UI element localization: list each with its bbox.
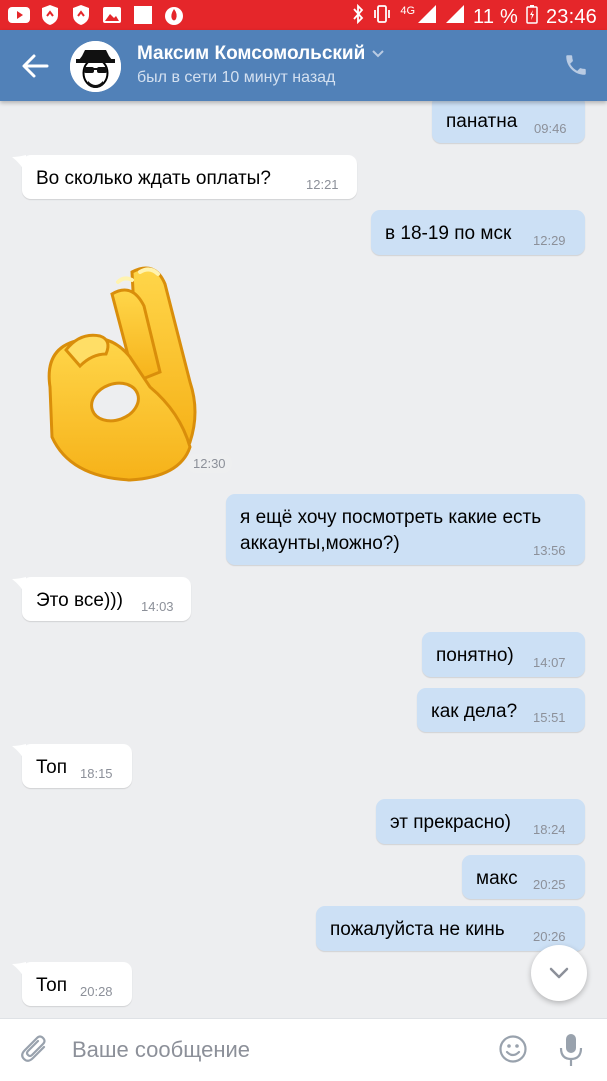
message-time: 12:30: [187, 454, 232, 473]
message-text: эт прекрасно): [390, 812, 512, 833]
message-text: понятно): [436, 645, 514, 666]
youtube-icon: [8, 4, 30, 26]
status-bar: 4G 11 % 23:46: [0, 0, 607, 30]
battery-percent: 11 %: [473, 5, 518, 28]
back-arrow-icon[interactable]: [20, 52, 50, 80]
flame-icon: [163, 4, 185, 26]
message-bubble[interactable]: Во сколько ждать оплаты? 12:21: [12, 155, 357, 199]
battery-charging-icon: [526, 4, 538, 30]
message-text-line-1: я ещё хочу посмотреть какие есть: [240, 507, 542, 528]
avatar[interactable]: [70, 41, 121, 92]
bubble-tail: [12, 155, 26, 173]
message-bubble[interactable]: Это все))) 14:03: [12, 577, 191, 621]
message-time: 20:28: [80, 984, 113, 999]
message-bubble[interactable]: в 18-19 по мск 12:29: [371, 210, 585, 255]
bluetooth-icon: [352, 3, 364, 30]
message-bubble[interactable]: пожалуйста не кинь 20:26: [316, 906, 585, 951]
vibrate-icon: [372, 4, 392, 30]
message-text: Топ: [36, 757, 67, 778]
contact-name[interactable]: Максим Комсомольский: [137, 43, 385, 65]
chevron-down-icon: [371, 43, 385, 65]
message-text: панатна: [446, 111, 518, 132]
message-text: Во сколько ждать оплаты?: [36, 168, 271, 189]
message-bubble[interactable]: как дела? 15:51: [417, 688, 585, 732]
shield-icon: [39, 4, 61, 26]
message-time: 20:26: [533, 929, 566, 944]
message-time: 09:46: [534, 121, 567, 136]
message-text: пожалуйста не кинь: [330, 919, 505, 940]
scroll-down-button[interactable]: [531, 945, 587, 1001]
message-input[interactable]: Ваше сообщение: [72, 1037, 250, 1063]
message-bubble[interactable]: понятно) 14:07: [422, 632, 585, 677]
signal-icon-2: [445, 4, 465, 30]
chevron-down-icon: [549, 967, 569, 979]
image-icon: [101, 4, 123, 26]
message-text: Топ: [36, 975, 67, 996]
message-time: 13:56: [533, 543, 566, 558]
message-time: 18:24: [533, 822, 566, 837]
message-text: макс: [476, 868, 518, 889]
message-bubble[interactable]: я ещё хочу посмотреть какие есть аккаунт…: [226, 494, 585, 565]
message-bubble[interactable]: панатна 09:46: [432, 95, 585, 143]
network-type: 4G: [400, 5, 416, 17]
bubble-tail: [12, 744, 26, 762]
message-bubble[interactable]: макс 20:25: [462, 855, 585, 899]
smile-icon[interactable]: [498, 1034, 528, 1064]
contact-name-label: Максим Комсомольский: [137, 43, 366, 65]
message-time: 20:25: [533, 877, 566, 892]
message-time: 14:07: [533, 655, 566, 670]
message-text-line-2: аккаунты,можно?): [240, 533, 400, 554]
bubble-tail: [12, 577, 26, 595]
message-time: 14:03: [141, 599, 174, 614]
message-text: как дела?: [431, 701, 518, 722]
message-text: в 18-19 по мск: [385, 223, 512, 244]
signal-icon: [417, 4, 437, 30]
phone-icon[interactable]: [563, 52, 589, 78]
message-input-bar: Ваше сообщение: [0, 1018, 607, 1081]
message-bubble[interactable]: Топ 20:28: [12, 962, 132, 1006]
shield-icon-2: [70, 4, 92, 26]
message-text: Это все))): [36, 590, 123, 611]
paperclip-icon[interactable]: [20, 1033, 52, 1067]
clock: 23:46: [545, 5, 597, 28]
chat-header: Максим Комсомольский был в сети 10 минут…: [0, 30, 607, 101]
bubble-tail: [12, 962, 26, 980]
square-icon: [132, 4, 154, 26]
message-bubble[interactable]: эт прекрасно) 18:24: [376, 799, 585, 844]
message-time: 18:15: [80, 766, 113, 781]
message-time: 15:51: [533, 710, 566, 725]
microphone-icon[interactable]: [558, 1032, 584, 1068]
message-bubble[interactable]: Топ 18:15: [12, 744, 132, 788]
contact-status: был в сети 10 минут назад: [137, 69, 336, 86]
message-time: 12:29: [533, 233, 566, 248]
message-time: 12:21: [306, 177, 339, 192]
